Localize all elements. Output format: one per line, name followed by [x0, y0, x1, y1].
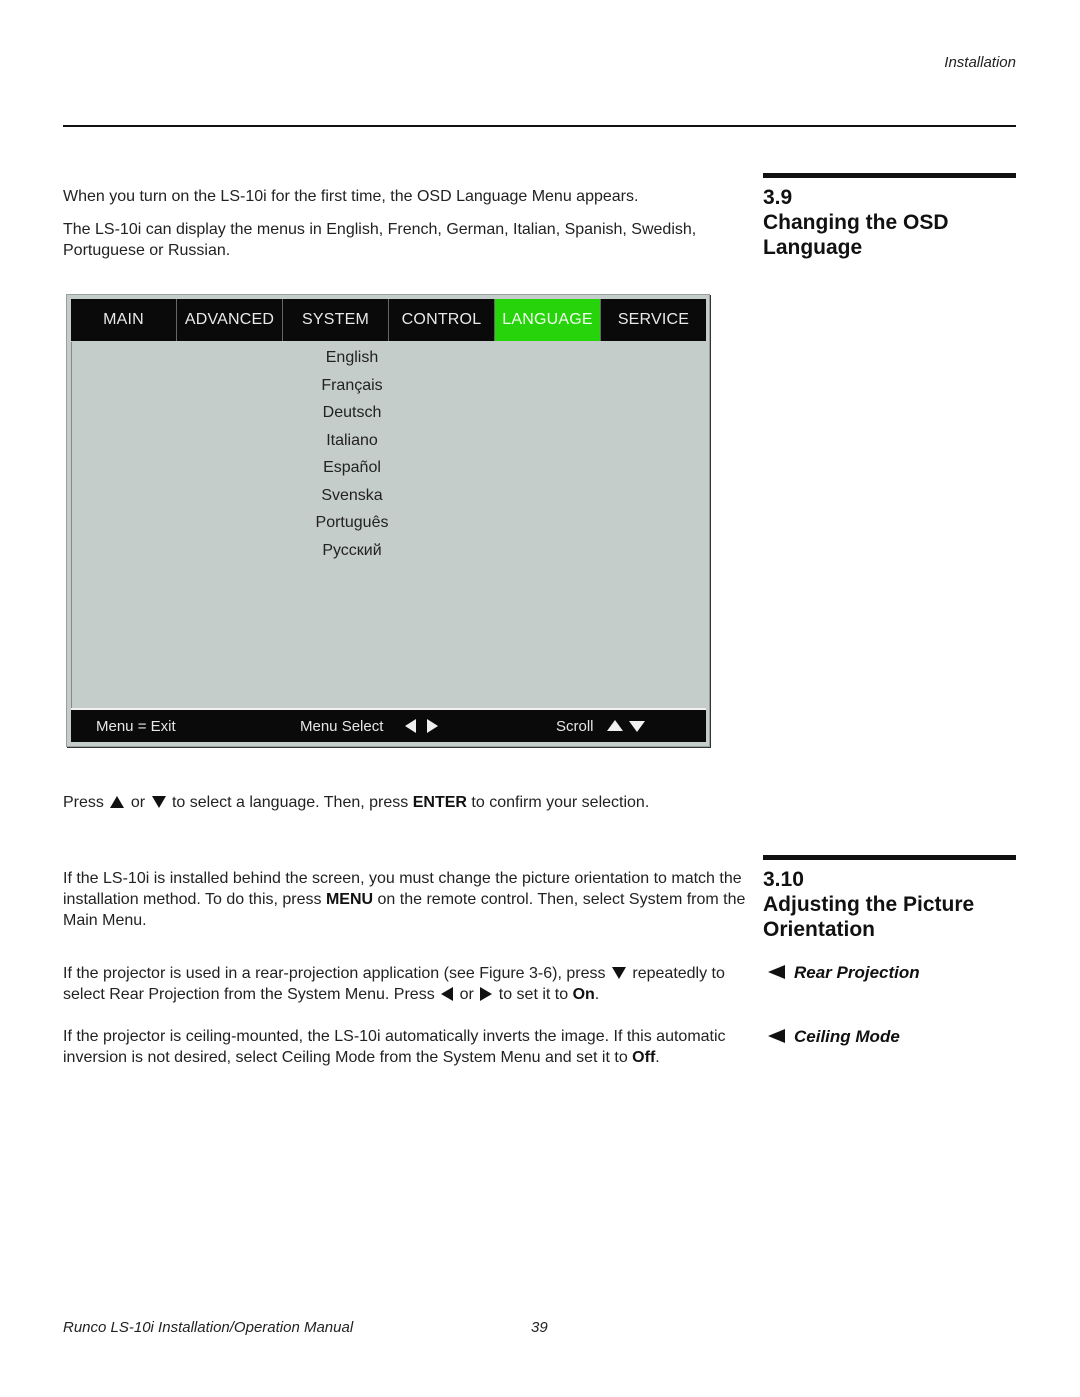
section-3-9-heading: 3.9 Changing the OSD Language	[763, 185, 1023, 260]
osd-body: English Français Deutsch Italiano Españo…	[71, 342, 706, 708]
osd-footer: Menu = Exit Menu Select Scroll	[71, 708, 706, 742]
language-option-francais[interactable]: Français	[72, 372, 632, 400]
section-3-9-rule	[763, 173, 1016, 178]
arrow-left-icon	[405, 719, 416, 733]
off-value: Off	[632, 1049, 656, 1066]
arrow-down-icon	[629, 721, 645, 732]
page-number: 39	[531, 1319, 548, 1336]
osd-tab-bar: MAIN ADVANCED SYSTEM CONTROL LANGUAGE SE…	[71, 299, 706, 341]
section-number: 3.9	[763, 186, 793, 209]
orientation-intro: If the LS-10i is installed behind the sc…	[63, 870, 746, 929]
section-3-10-rule	[763, 855, 1016, 860]
manual-title-footer: Runco LS-10i Installation/Operation Manu…	[63, 1319, 354, 1336]
languages-paragraph: The LS-10i can display the menus in Engl…	[63, 221, 697, 259]
language-option-italiano[interactable]: Italiano	[72, 427, 632, 455]
enter-key-label: ENTER	[412, 794, 467, 811]
on-value: On	[572, 986, 595, 1003]
tab-service[interactable]: SERVICE	[601, 299, 706, 341]
arrow-right-icon	[427, 719, 438, 733]
arrow-left-icon	[441, 986, 454, 1001]
ceiling-mode-note: Ceiling Mode	[768, 1027, 900, 1047]
scroll-hint: Scroll	[556, 718, 594, 735]
section-title-line: Orientation	[763, 918, 876, 941]
section-number: 3.10	[763, 868, 804, 891]
menu-select-hint: Menu Select	[300, 718, 384, 735]
tab-advanced[interactable]: ADVANCED	[177, 299, 283, 341]
pointer-arrow-icon	[768, 1028, 785, 1043]
menu-key-label: MENU	[325, 891, 374, 908]
language-instruction: Press or to select a language. Then, pre…	[63, 794, 650, 811]
language-option-portugues[interactable]: Português	[72, 509, 632, 537]
section-title-line: Adjusting the Picture	[763, 893, 975, 916]
language-list: English Français Deutsch Italiano Españo…	[72, 344, 632, 564]
header-rule	[63, 125, 1016, 127]
running-head: Installation	[944, 54, 1016, 71]
language-option-deutsch[interactable]: Deutsch	[72, 399, 632, 427]
intro-paragraph: When you turn on the LS-10i for the firs…	[63, 188, 639, 205]
tab-system[interactable]: SYSTEM	[283, 299, 389, 341]
rear-projection-note: Rear Projection	[768, 963, 920, 983]
section-title-line: Changing the OSD	[763, 211, 949, 234]
arrow-right-icon	[480, 986, 493, 1001]
section-3-10-heading: 3.10 Adjusting the Picture Orientation	[763, 867, 1023, 942]
osd-language-menu: MAIN ADVANCED SYSTEM CONTROL LANGUAGE SE…	[66, 294, 710, 747]
rear-projection-paragraph: If the projector is used in a rear-proje…	[63, 965, 725, 1003]
arrow-down-icon	[611, 966, 626, 979]
menu-exit-hint: Menu = Exit	[96, 718, 176, 735]
language-option-espanol[interactable]: Español	[72, 454, 632, 482]
language-option-russian[interactable]: Русский	[72, 537, 632, 565]
arrow-down-icon	[151, 795, 166, 808]
ceiling-mode-paragraph: If the projector is ceiling-mounted, the…	[63, 1028, 726, 1066]
arrow-up-icon	[110, 795, 125, 808]
tab-control[interactable]: CONTROL	[389, 299, 495, 341]
tab-main[interactable]: MAIN	[71, 299, 177, 341]
section-title-line: Language	[763, 236, 863, 259]
tab-language[interactable]: LANGUAGE	[495, 299, 601, 341]
language-option-svenska[interactable]: Svenska	[72, 482, 632, 510]
language-option-english[interactable]: English	[72, 344, 632, 372]
pointer-arrow-icon	[768, 964, 785, 979]
arrow-up-icon	[607, 720, 623, 731]
